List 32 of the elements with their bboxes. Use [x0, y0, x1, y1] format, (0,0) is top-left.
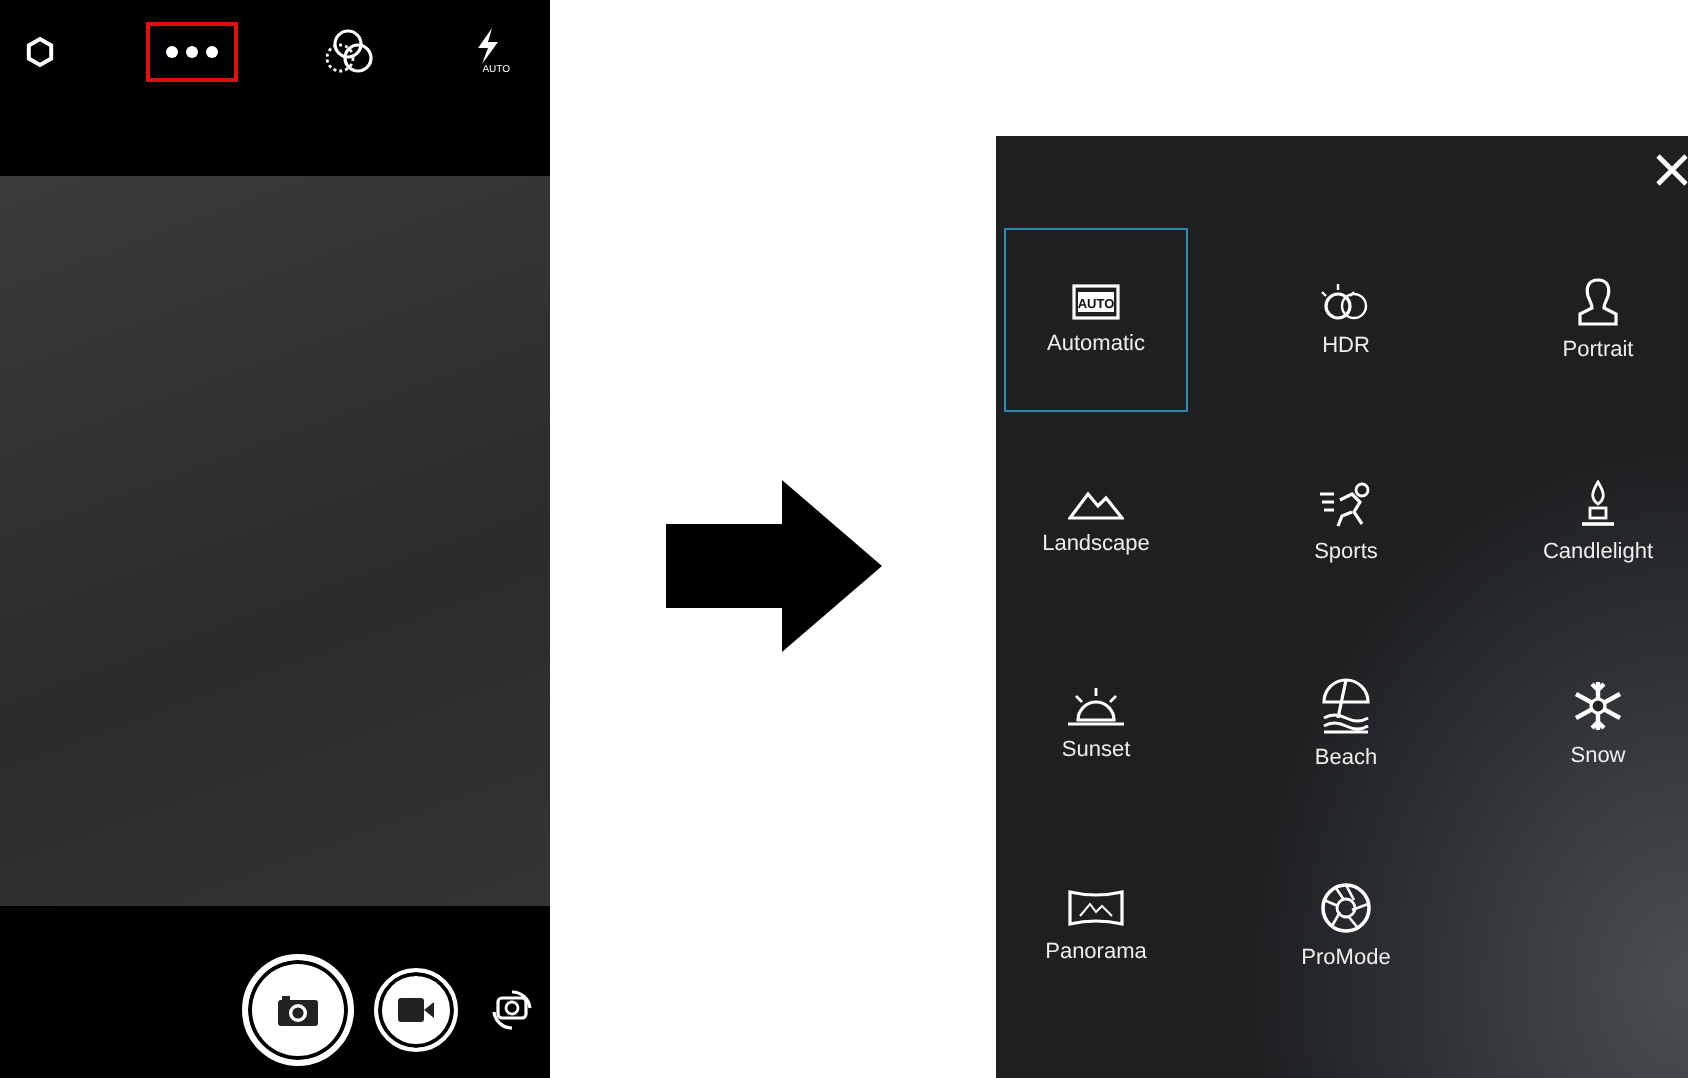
- beach-umbrella-waves-icon: [1320, 678, 1372, 734]
- camera-rotate-icon: [490, 988, 534, 1032]
- mountains-icon: [1068, 488, 1124, 520]
- scene-mode-item[interactable]: Panorama: [1004, 834, 1188, 1018]
- panorama-icon: [1068, 888, 1124, 928]
- close-button[interactable]: [1652, 154, 1688, 186]
- switch-camera-button[interactable]: [490, 988, 534, 1032]
- scene-mode-item[interactable]: Landscape: [1004, 430, 1188, 614]
- more-options-button[interactable]: [146, 22, 239, 82]
- scene-mode-item[interactable]: Sports: [1254, 430, 1438, 614]
- overlapping-circles-icon: [324, 28, 377, 76]
- scene-mode-item[interactable]: Beach: [1254, 632, 1438, 816]
- camera-icon: [278, 994, 318, 1026]
- aperture-icon: [1320, 882, 1372, 934]
- close-icon: [1656, 154, 1688, 186]
- scene-mode-item[interactable]: Portrait: [1506, 228, 1688, 412]
- video-record-button[interactable]: [374, 968, 458, 1052]
- settings-icon: [24, 36, 56, 68]
- sunset-icon: [1066, 686, 1126, 726]
- snowflake-icon: [1572, 680, 1624, 732]
- right-arrow-icon: [665, 479, 881, 651]
- person-silhouette-icon: [1576, 278, 1620, 326]
- lightning-icon: [476, 28, 501, 64]
- running-person-icon: [1318, 480, 1374, 528]
- scene-mode-item[interactable]: Candlelight: [1506, 430, 1688, 614]
- scene-mode-item[interactable]: Snow: [1506, 632, 1688, 816]
- scene-mode-item[interactable]: HDR: [1254, 228, 1438, 412]
- video-camera-icon: [398, 998, 434, 1022]
- scene-mode-item[interactable]: Sunset: [1004, 632, 1188, 816]
- scene-mode-item[interactable]: ProMode: [1254, 834, 1438, 1018]
- candle-flame-icon: [1580, 480, 1616, 528]
- more-dots-icon: [164, 44, 221, 60]
